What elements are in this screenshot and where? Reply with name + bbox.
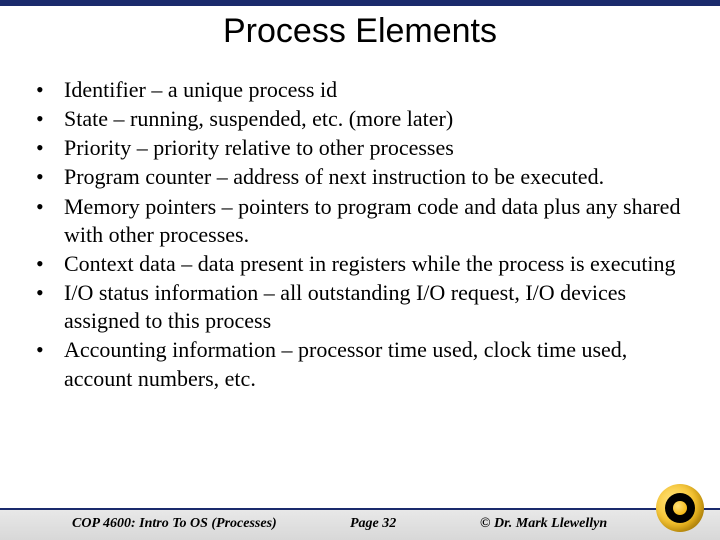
footer-course: COP 4600: Intro To OS (Processes) <box>72 516 277 532</box>
footer-author: © Dr. Mark Llewellyn <box>480 516 607 532</box>
list-item: Program counter – address of next instru… <box>30 163 690 191</box>
footer-content: COP 4600: Intro To OS (Processes) Page 3… <box>0 512 720 536</box>
list-item: Accounting information – processor time … <box>30 336 690 392</box>
slide-title: Process Elements <box>0 12 720 51</box>
list-item: I/O status information – all outstanding… <box>30 279 690 335</box>
ucf-logo-icon <box>656 484 704 532</box>
list-item: Priority – priority relative to other pr… <box>30 134 690 162</box>
top-accent-bar <box>0 0 720 6</box>
slide-body: Identifier – a unique process id State –… <box>30 76 690 394</box>
list-item: State – running, suspended, etc. (more l… <box>30 105 690 133</box>
slide: Process Elements Identifier – a unique p… <box>0 0 720 540</box>
list-item: Context data – data present in registers… <box>30 250 690 278</box>
bullet-list: Identifier – a unique process id State –… <box>30 76 690 393</box>
list-item: Memory pointers – pointers to program co… <box>30 193 690 249</box>
list-item: Identifier – a unique process id <box>30 76 690 104</box>
footer-page: Page 32 <box>350 516 396 532</box>
footer-bar: COP 4600: Intro To OS (Processes) Page 3… <box>0 508 720 540</box>
